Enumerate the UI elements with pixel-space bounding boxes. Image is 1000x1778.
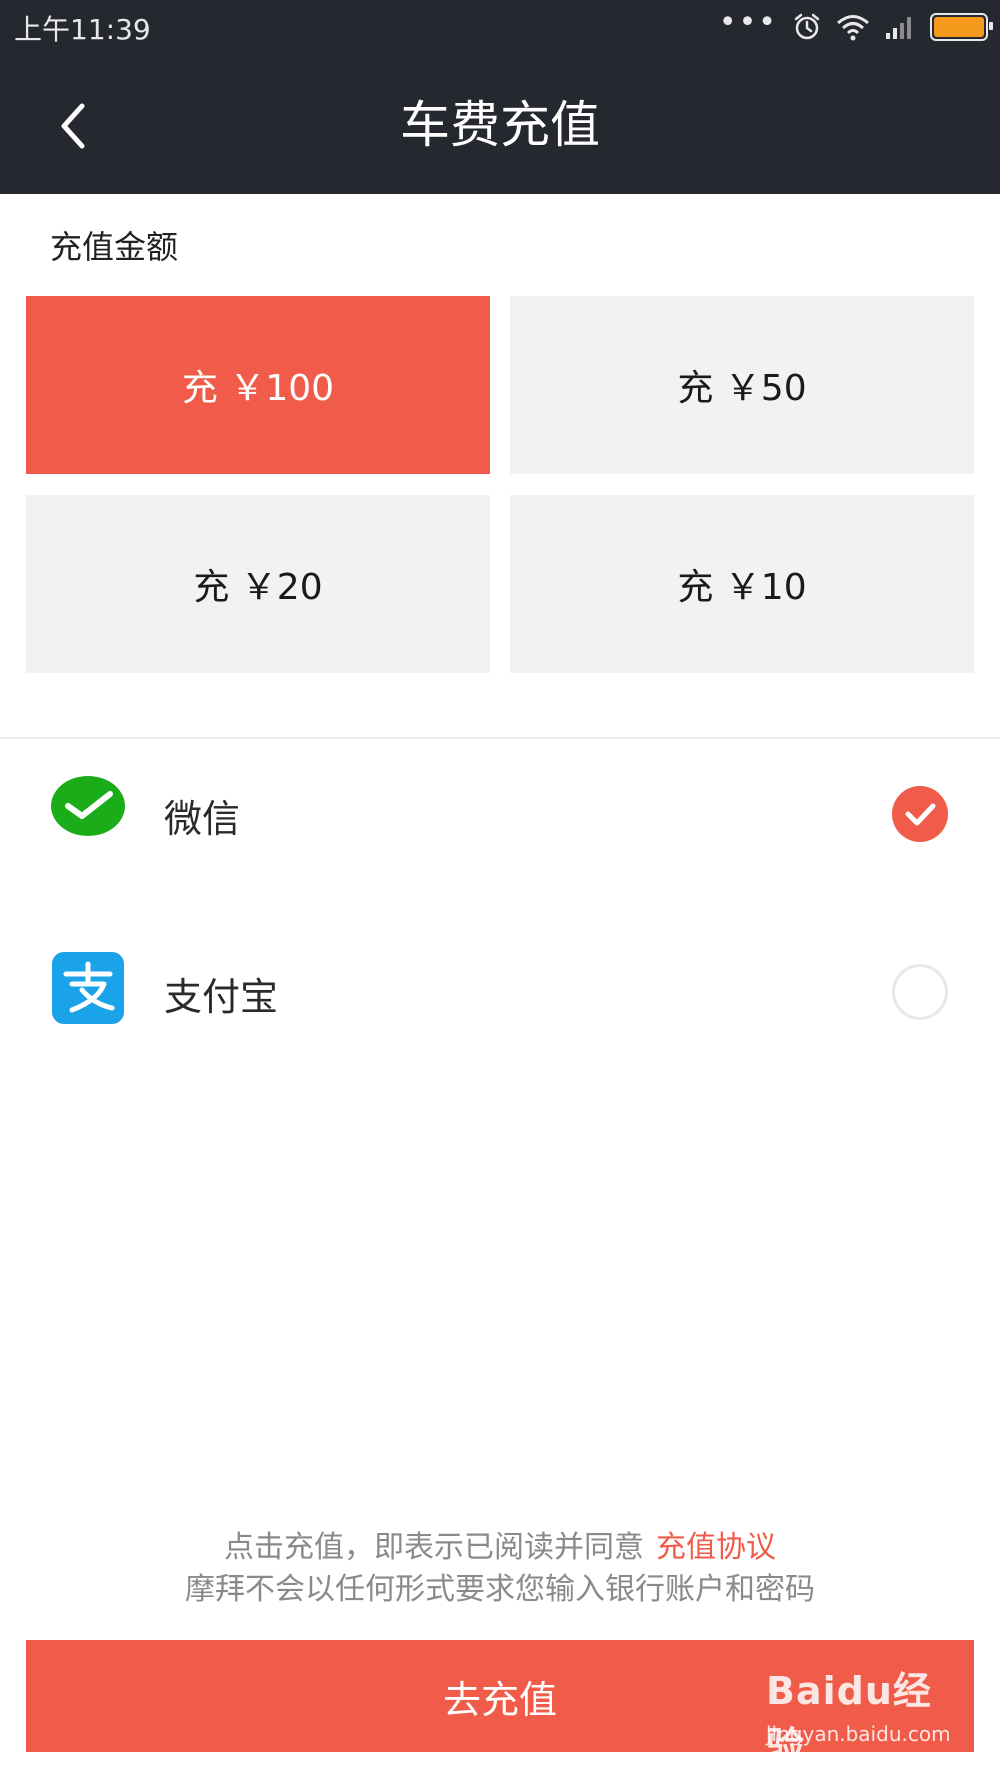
page-title: 车费充值 — [400, 96, 600, 154]
agreement-notice-text: 点击充值，即表示已阅读并同意 — [224, 1530, 644, 1565]
watermark-logo: Baidu经验 — [766, 1669, 932, 1768]
payment-label-wechat: 微信 — [164, 797, 241, 841]
status-bar: 上午11:39 ••• — [0, 0, 1000, 52]
alipay-radio-unchecked[interactable] — [892, 964, 948, 1020]
watermark-url: jingyan.baidu.com — [766, 1722, 951, 1746]
alarm-icon — [794, 13, 820, 40]
checkmark-icon — [905, 803, 936, 826]
recharge-amount-title: 充值金额 — [50, 228, 179, 266]
more-dots-icon: ••• — [718, 5, 778, 40]
signal-icon — [886, 17, 911, 39]
amount-option-100[interactable]: 充 ￥100 — [26, 296, 490, 474]
battery-icon — [930, 13, 993, 41]
agreement-notice: 点击充值，即表示已阅读并同意 充值协议 — [0, 1522, 1000, 1566]
wechat-icon — [51, 776, 125, 836]
baidu-watermark: Baidu经验 jingyan.baidu.com — [766, 1660, 966, 1768]
status-icons: ••• — [718, 5, 993, 44]
nav-bar: 车费充值 — [0, 52, 1000, 194]
amount-options: 充 ￥100 充 ￥50 充 ￥20 充 ￥10 — [26, 296, 974, 674]
wifi-icon — [837, 15, 869, 41]
alipay-icon — [52, 952, 124, 1024]
section-divider — [0, 737, 1000, 739]
amount-option-10[interactable]: 充 ￥10 — [510, 495, 974, 673]
amount-option-50[interactable]: 充 ￥50 — [510, 296, 974, 474]
payment-option-wechat[interactable]: 微信 — [0, 754, 1000, 874]
payment-option-alipay[interactable]: 支付宝 — [0, 932, 1000, 1052]
amount-option-20[interactable]: 充 ￥20 — [26, 495, 490, 673]
payment-label-alipay: 支付宝 — [164, 975, 279, 1019]
security-notice: 摩拜不会以任何形式要求您输入银行账户和密码 — [185, 1572, 815, 1607]
recharge-agreement-link[interactable]: 充值协议 — [656, 1530, 776, 1565]
status-time: 上午11:39 — [14, 13, 151, 46]
wechat-radio-checked[interactable] — [892, 786, 948, 842]
